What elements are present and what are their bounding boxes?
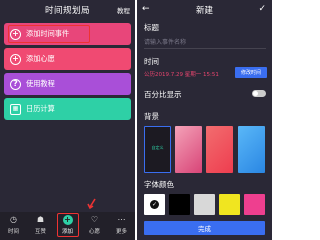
tab-more[interactable]: ⋯ 更多	[111, 215, 133, 236]
bottom-tab-bar: ◷ 时间 ☗ 互赞 + 添加 ♡ 心愿 ⋯ 更多	[0, 212, 135, 240]
background-option-red[interactable]	[206, 126, 233, 173]
custom-bg-label: 自定义	[151, 145, 164, 150]
done-button[interactable]: 完成	[144, 221, 265, 235]
tab-like[interactable]: ☗ 互赞	[30, 215, 52, 236]
edit-time-button[interactable]: 修改时间	[235, 67, 267, 78]
add-icon: +	[62, 215, 73, 225]
tab-add[interactable]: + 添加	[56, 213, 79, 237]
calendar-icon: ▦	[10, 103, 21, 115]
input-underline	[144, 48, 266, 49]
background-option-custom[interactable]: 自定义	[144, 126, 171, 173]
color-swatch-yellow[interactable]	[219, 194, 240, 215]
title-label: 标题	[144, 23, 159, 32]
help-icon: ?	[10, 78, 21, 90]
time-value: 公历2019.7.29 星期一 15:51	[144, 72, 219, 78]
app-header: 时间规划局	[0, 0, 135, 20]
clock-icon: ◷	[10, 215, 17, 224]
percent-toggle[interactable]	[252, 90, 266, 97]
tab-time[interactable]: ◷ 时间	[3, 215, 25, 236]
check-icon[interactable]: ✓	[258, 4, 266, 14]
background-option-pink[interactable]	[175, 126, 202, 173]
card-label: 日历计算	[26, 104, 55, 113]
app-title: 时间规划局	[44, 6, 90, 16]
back-arrow-icon[interactable]: ←	[142, 4, 150, 14]
tab-wish[interactable]: ♡ 心愿	[84, 215, 106, 236]
screen-title: 新建	[195, 6, 213, 16]
card-label: 使用教程	[26, 79, 55, 88]
screen-header: 新建	[137, 0, 272, 20]
heart-icon: ♡	[90, 215, 99, 224]
title-input[interactable]: 请输入事件名称	[144, 37, 186, 46]
percent-label: 百分比显示	[144, 90, 182, 99]
new-event-screen: 新建 ← ✓ 标题 请输入事件名称 时间 公历2019.7.29 星期一 15:…	[137, 0, 272, 240]
highlight-box	[8, 25, 90, 43]
background-label: 背景	[144, 112, 159, 121]
tutorial-button[interactable]: ? 使用教程	[4, 73, 131, 95]
add-wish-button[interactable]: + 添加心愿	[4, 48, 131, 70]
check-icon: ✓	[150, 200, 159, 209]
add-time-event-button[interactable]: + 添加时间事件	[4, 23, 131, 45]
more-icon: ⋯	[117, 215, 126, 224]
tutorial-link[interactable]: 教程	[117, 5, 130, 15]
background-option-blue[interactable]	[238, 126, 265, 173]
calendar-calc-button[interactable]: ▦ 日历计算	[4, 98, 131, 120]
home-screen: 时间规划局 教程 + 添加时间事件 + 添加心愿 ? 使用教程 ▦ 日历计算 ◷…	[0, 0, 135, 240]
time-label: 时间	[144, 57, 159, 66]
color-swatch-gray[interactable]	[194, 194, 215, 215]
plus-icon: +	[10, 53, 21, 65]
red-arrow-icon	[87, 198, 96, 210]
color-swatch-black[interactable]	[169, 194, 190, 215]
font-color-label: 字体颜色	[144, 180, 174, 189]
card-label: 添加心愿	[26, 54, 55, 63]
color-swatch-pink[interactable]	[244, 194, 265, 215]
thumb-icon: ☗	[36, 215, 45, 224]
color-swatch-white[interactable]: ✓	[144, 194, 165, 215]
